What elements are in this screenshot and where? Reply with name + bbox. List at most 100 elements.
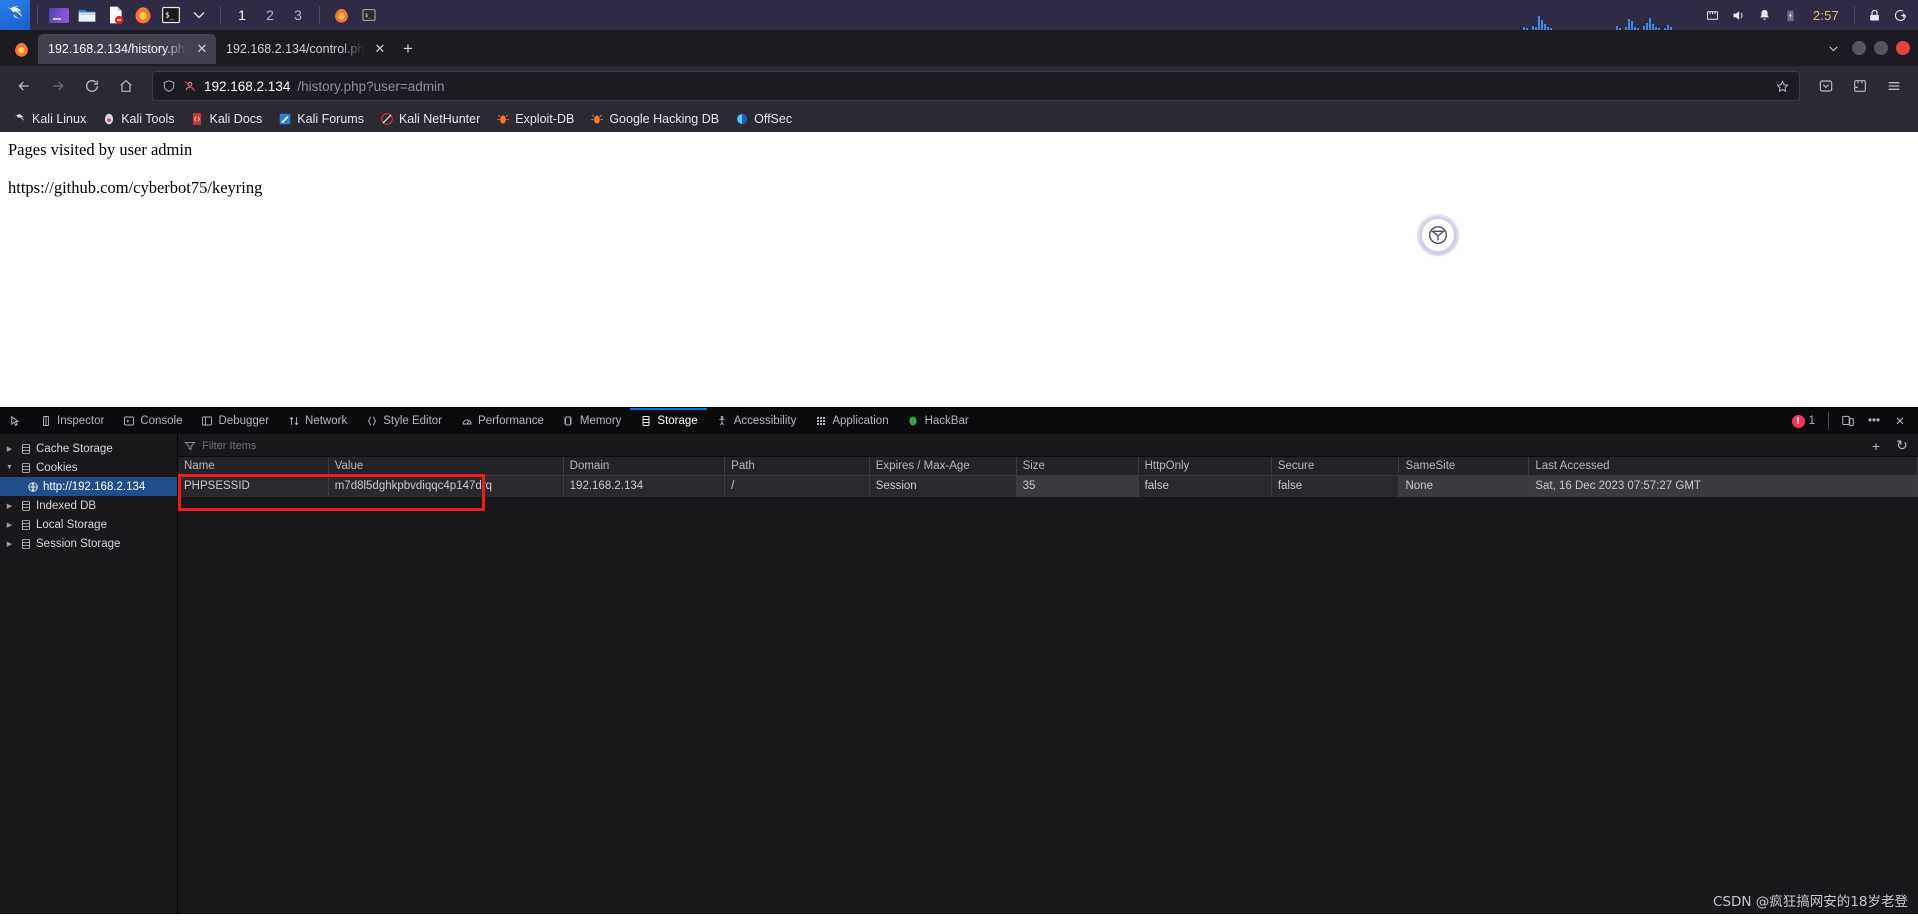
refresh-items-button[interactable]: ↻ bbox=[1892, 437, 1912, 455]
cell-httponly: false bbox=[1138, 475, 1272, 497]
cell-last-accessed: Sat, 16 Dec 2023 07:57:27 GMT bbox=[1528, 475, 1918, 497]
bookmark-exploit-db[interactable]: Exploit-DB bbox=[489, 110, 581, 128]
devtools-tab-memory[interactable]: Memory bbox=[553, 408, 631, 434]
browser-tab-1[interactable]: 192.168.2.134/history.php?us ✕ bbox=[38, 34, 216, 64]
lock-screen-icon[interactable] bbox=[1862, 2, 1886, 28]
network-port-icon[interactable] bbox=[1701, 2, 1725, 28]
bookmark-kali-docs[interactable]: Kali Docs bbox=[183, 110, 269, 128]
table-row[interactable]: PHPSESSID m7d8l5dghkpbvdiqqc4p147drq 192… bbox=[178, 475, 1918, 497]
battery-icon[interactable] bbox=[1779, 2, 1803, 28]
responsive-design-mode-icon[interactable] bbox=[1836, 410, 1860, 432]
column-header-httponly[interactable]: HttpOnly bbox=[1138, 457, 1272, 476]
minimize-window-button[interactable] bbox=[1852, 41, 1866, 55]
home-button[interactable] bbox=[110, 70, 142, 102]
text-editor-icon[interactable] bbox=[101, 2, 129, 28]
cookie-table-header-row: Name Value Domain Path Expires / Max-Age… bbox=[178, 457, 1918, 476]
add-item-button[interactable]: + bbox=[1866, 437, 1886, 455]
kali-dragon-icon[interactable] bbox=[0, 0, 30, 30]
cookie-table: Name Value Domain Path Expires / Max-Age… bbox=[178, 457, 1918, 497]
clock[interactable]: 2:57 bbox=[1805, 8, 1847, 23]
bookmark-offsec[interactable]: OffSec bbox=[728, 110, 799, 128]
devtools-tab-accessibility[interactable]: Accessibility bbox=[707, 408, 806, 434]
blocked-permission-icon[interactable] bbox=[183, 79, 197, 93]
bookmark-kali-forums[interactable]: Kali Forums bbox=[271, 110, 371, 128]
bookmark-kali-linux[interactable]: Kali Linux bbox=[6, 110, 93, 128]
notification-bell-icon[interactable] bbox=[1753, 2, 1777, 28]
browser-tab-2[interactable]: 192.168.2.134/control.php?cm ✕ bbox=[216, 34, 394, 64]
storage-tree-item-indexed-db[interactable]: Indexed DB bbox=[0, 496, 177, 515]
forward-button[interactable] bbox=[42, 70, 74, 102]
element-picker-icon[interactable] bbox=[0, 408, 30, 434]
terminal-gradient-icon[interactable] bbox=[45, 2, 73, 28]
app-menu-icon[interactable] bbox=[1878, 70, 1910, 102]
shield-icon[interactable] bbox=[162, 79, 176, 93]
volume-icon[interactable] bbox=[1727, 2, 1751, 28]
workspace-3-button[interactable]: 3 bbox=[284, 2, 312, 28]
back-button[interactable] bbox=[8, 70, 40, 102]
bookmark-kali-tools[interactable]: Kali Tools bbox=[95, 110, 181, 128]
workspace-1-button[interactable]: 1 bbox=[228, 2, 256, 28]
storage-tree-item-session-storage[interactable]: Session Storage bbox=[0, 534, 177, 553]
chevron-right-icon[interactable] bbox=[4, 500, 15, 511]
column-header-name[interactable]: Name bbox=[178, 457, 329, 476]
bookmark-google-hacking-db[interactable]: Google Hacking DB bbox=[583, 110, 726, 128]
chevron-down-icon[interactable] bbox=[4, 462, 15, 473]
new-tab-button[interactable]: + bbox=[394, 35, 422, 63]
column-header-expires[interactable]: Expires / Max-Age bbox=[869, 457, 1017, 476]
column-header-domain[interactable]: Domain bbox=[563, 457, 726, 476]
reload-button[interactable] bbox=[76, 70, 108, 102]
bookmark-kali-nethunter[interactable]: Kali NetHunter bbox=[373, 110, 487, 128]
error-icon: ! bbox=[1791, 414, 1805, 428]
devtools-tab-network[interactable]: Network bbox=[278, 408, 356, 434]
chevron-down-icon[interactable] bbox=[185, 2, 213, 28]
column-header-samesite[interactable]: SameSite bbox=[1398, 457, 1530, 476]
column-header-last-accessed[interactable]: Last Accessed bbox=[1528, 457, 1918, 476]
devtools-tab-debugger[interactable]: Debugger bbox=[192, 408, 279, 434]
terminal-task-button[interactable]: $_ bbox=[355, 2, 383, 28]
terminal-icon[interactable]: $_ bbox=[157, 2, 185, 28]
column-header-size[interactable]: Size bbox=[1016, 457, 1139, 476]
filter-items-input[interactable] bbox=[202, 439, 1860, 452]
kali-docs-icon bbox=[190, 112, 204, 126]
close-devtools-icon[interactable]: ✕ bbox=[1888, 410, 1912, 432]
storage-tree-item-cookies[interactable]: Cookies bbox=[0, 458, 177, 477]
devtools-tab-performance[interactable]: Performance bbox=[451, 408, 553, 434]
url-bar[interactable]: 192.168.2.134/history.php?user=admin bbox=[152, 71, 1800, 101]
chevron-right-icon[interactable] bbox=[4, 538, 15, 549]
firefox-task-button[interactable] bbox=[327, 2, 355, 28]
devtools-tab-style-editor[interactable]: Style Editor bbox=[356, 408, 451, 434]
maximize-window-button[interactable] bbox=[1874, 41, 1888, 55]
cookie-table-wrap: Name Value Domain Path Expires / Max-Age… bbox=[178, 457, 1918, 914]
application-icon bbox=[814, 415, 827, 428]
save-to-pocket-icon[interactable] bbox=[1810, 70, 1842, 102]
close-tab-icon[interactable]: ✕ bbox=[194, 41, 210, 57]
devtools-tab-application[interactable]: Application bbox=[805, 408, 897, 434]
devtools-tab-console[interactable]: Console bbox=[113, 408, 191, 434]
list-all-tabs-icon[interactable] bbox=[1818, 35, 1848, 61]
storage-tree-item-local-storage[interactable]: Local Storage bbox=[0, 515, 177, 534]
column-header-path[interactable]: Path bbox=[724, 457, 870, 476]
error-count-badge[interactable]: ! 1 bbox=[1786, 414, 1821, 428]
column-header-secure[interactable]: Secure bbox=[1271, 457, 1400, 476]
storage-tree-label: Cache Storage bbox=[36, 442, 113, 455]
column-header-value[interactable]: Value bbox=[328, 457, 564, 476]
devtools-tab-hackbar[interactable]: HackBar bbox=[898, 408, 978, 434]
logout-icon[interactable] bbox=[1888, 2, 1912, 28]
chevron-right-icon[interactable] bbox=[4, 443, 15, 454]
devtools-tab-storage[interactable]: Storage bbox=[630, 408, 706, 434]
bookmark-star-icon[interactable] bbox=[1775, 79, 1790, 94]
close-tab-icon[interactable]: ✕ bbox=[372, 41, 388, 57]
workspace-2-button[interactable]: 2 bbox=[256, 2, 284, 28]
storage-tree-item-host[interactable]: http://192.168.2.134 bbox=[0, 477, 177, 496]
toolbar-right-buttons bbox=[1810, 70, 1910, 102]
file-manager-icon[interactable] bbox=[73, 2, 101, 28]
hackbar-icon bbox=[907, 415, 920, 428]
extensions-icon[interactable] bbox=[1844, 70, 1876, 102]
chevron-right-icon[interactable] bbox=[4, 519, 15, 530]
devtools-tab-inspector[interactable]: Inspector bbox=[30, 408, 113, 434]
devtools-meatball-menu-icon[interactable]: ••• bbox=[1862, 410, 1886, 432]
hackbar-icon[interactable] bbox=[1420, 217, 1456, 253]
firefox-icon[interactable] bbox=[129, 2, 157, 28]
storage-tree-item-cache-storage[interactable]: Cache Storage bbox=[0, 439, 177, 458]
close-window-button[interactable] bbox=[1896, 41, 1910, 55]
